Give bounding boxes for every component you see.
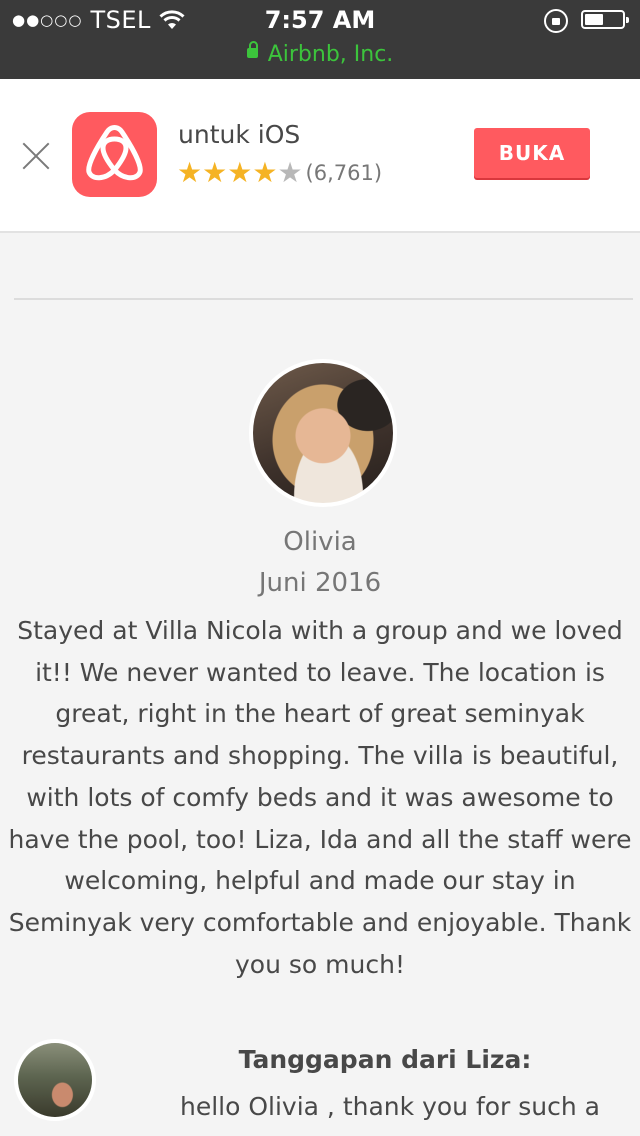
site-identity[interactable]: Airbnb, Inc. (0, 41, 640, 67)
rotation-lock-icon (544, 9, 568, 33)
section-divider (14, 298, 633, 300)
review-body: Stayed at Villa Nicola with a group and … (8, 616, 632, 979)
host-response-text: hello Olivia , thank you for such a (180, 1092, 600, 1121)
review-date: Juni 2016 (258, 568, 382, 598)
reviewer-avatar[interactable] (249, 359, 397, 507)
star-filled-icon: ★ (252, 156, 278, 189)
star-filled-icon: ★ (227, 156, 253, 189)
host-avatar[interactable] (14, 1039, 96, 1121)
rating-stars: ★ ★ ★ ★ ★ (177, 158, 303, 188)
star-empty-icon: ★ (277, 156, 303, 189)
reviewer-name[interactable]: Olivia (0, 527, 640, 557)
battery-icon (581, 10, 629, 29)
star-filled-icon: ★ (202, 156, 228, 189)
app-rating: ★ ★ ★ ★ ★ (6,761) (177, 158, 382, 188)
host-response-title: Tanggapan dari Liza: (238, 1045, 532, 1074)
status-bar: ●●○○○ TSEL 7:57 AM Airbnb, Inc. (0, 0, 640, 79)
app-store-title: untuk iOS (178, 120, 301, 149)
open-app-button[interactable]: BUKA (474, 128, 590, 178)
star-filled-icon: ★ (177, 156, 203, 189)
airbnb-logo-icon[interactable] (72, 112, 157, 197)
rating-count: (6,761) (305, 161, 383, 185)
close-icon[interactable] (22, 142, 50, 170)
site-name: Airbnb, Inc. (267, 42, 394, 67)
secure-lock-icon (246, 41, 258, 58)
